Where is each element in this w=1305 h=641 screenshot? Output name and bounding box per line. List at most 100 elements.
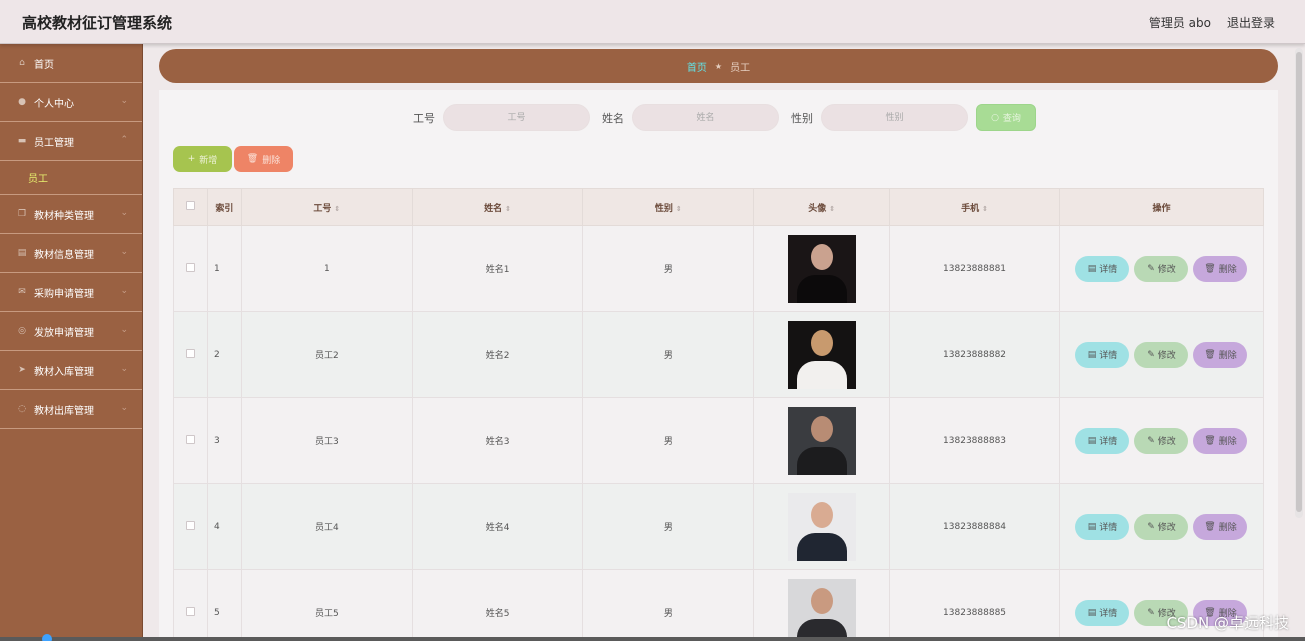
avatar [787, 234, 856, 303]
edit-button[interactable]: ✎ 修改 [1134, 341, 1189, 368]
detail-button[interactable]: ▤ 详情 [1075, 341, 1130, 368]
avatar [787, 320, 856, 389]
cell-name: 姓名4 [411, 483, 584, 570]
delete-button[interactable]: 🗑 删除 [1193, 341, 1248, 368]
cell-name: 姓名1 [411, 225, 584, 312]
header-name[interactable]: 姓名 ⇕ [411, 188, 584, 226]
header-gender[interactable]: 性别 ⇕ [582, 188, 755, 226]
batch-delete-label: 删除 [262, 155, 281, 166]
detail-button[interactable]: ▤ 详情 [1075, 599, 1130, 626]
checkbox[interactable] [185, 606, 195, 616]
avatar [787, 578, 856, 641]
sidebar-item-textbook-info[interactable]: ▤ 教材信息管理 ⌄ [0, 234, 142, 273]
sidebar-item-label: 教材种类管理 [34, 210, 94, 222]
checkbox[interactable] [185, 520, 195, 530]
add-button-label: 新增 [199, 155, 218, 166]
row-select[interactable] [173, 225, 208, 312]
breadcrumb-home[interactable]: 首页 [687, 59, 707, 74]
delete-button[interactable]: 🗑 删除 [1193, 255, 1248, 282]
sort-icon[interactable]: ⇕ [829, 205, 835, 213]
table-row: 3 员工3 姓名3 男 13823888883 ▤ 详情 ✎ 修改 🗑 删除 [173, 397, 1265, 484]
search-input-name[interactable] [632, 104, 779, 131]
document-icon: ▤ [1087, 263, 1097, 274]
edit-icon: ✎ [1147, 435, 1155, 446]
edit-button[interactable]: ✎ 修改 [1134, 427, 1189, 454]
header-no[interactable]: 工号 ⇕ [240, 188, 413, 226]
edit-label: 修改 [1157, 351, 1176, 361]
cell-index: 4 [206, 483, 242, 570]
breadcrumb-current: 员工 [730, 62, 751, 74]
delete-button[interactable]: 🗑 删除 [1193, 513, 1248, 540]
cell-avatar [753, 483, 891, 570]
sidebar-item-profile[interactable]: ● 个人中心 ⌄ [0, 83, 142, 122]
detail-button[interactable]: ▤ 详情 [1075, 427, 1130, 454]
progress-bar[interactable] [0, 634, 1305, 641]
sidebar-item-purchase-request[interactable]: ✉ 采购申请管理 ⌄ [0, 273, 142, 312]
scrollbar-thumb[interactable] [1296, 52, 1302, 512]
sidebar-item-home[interactable]: ⌂ 首页 [0, 44, 142, 83]
sidebar-subitem-label: 员工 [28, 174, 48, 185]
row-select[interactable] [173, 311, 208, 398]
sidebar-item-textbook-category[interactable]: ❐ 教材种类管理 ⌄ [0, 195, 142, 234]
header-label: 姓名 [484, 203, 503, 214]
delete-label: 删除 [1218, 437, 1237, 447]
cell-phone: 13823888885 [889, 569, 1060, 641]
mail-icon: ✉ [18, 287, 26, 297]
sidebar-item-label: 员工管理 [34, 137, 74, 149]
trash-icon: 🗑 [1204, 263, 1216, 274]
checkbox[interactable] [185, 348, 195, 358]
header-phone[interactable]: 手机 ⇕ [889, 188, 1060, 226]
detail-button[interactable]: ▤ 详情 [1075, 255, 1130, 282]
plus-icon: + [187, 154, 196, 164]
sort-icon[interactable]: ⇕ [334, 205, 340, 213]
row-select[interactable] [173, 569, 208, 641]
header-select-all[interactable] [173, 188, 208, 226]
batch-delete-button[interactable]: 🗑 删除 [234, 146, 293, 172]
edit-icon: ✎ [1147, 521, 1155, 532]
header-avatar[interactable]: 头像 ⇕ [753, 188, 891, 226]
delete-button[interactable]: 🗑 删除 [1193, 427, 1248, 454]
search-button[interactable]: ○ 查询 [976, 104, 1036, 131]
cell-no: 员工5 [240, 569, 413, 641]
chevron-down-icon: ⌄ [120, 403, 128, 413]
checkbox[interactable] [185, 201, 195, 210]
cell-ops: ▤ 详情 ✎ 修改 🗑 删除 [1058, 483, 1265, 570]
detail-button[interactable]: ▤ 详情 [1075, 513, 1130, 540]
search-input-no[interactable] [443, 104, 590, 131]
add-button[interactable]: + 新增 [173, 146, 232, 172]
chevron-down-icon: ⌄ [120, 96, 128, 106]
logout-link[interactable]: 退出登录 [1227, 14, 1275, 31]
header-label: 工号 [313, 203, 332, 214]
chevron-down-icon: ⌄ [120, 208, 128, 218]
row-select[interactable] [173, 397, 208, 484]
sidebar-item-distribution-request[interactable]: ◎ 发放申请管理 ⌄ [0, 312, 142, 351]
chevron-down-icon: ⌄ [120, 286, 128, 296]
checkbox[interactable] [185, 262, 195, 272]
breadcrumb: 首页 ★ 员工 [159, 49, 1278, 83]
sort-icon[interactable]: ⇕ [676, 205, 682, 213]
sidebar-item-stock-in[interactable]: ➤ 教材入库管理 ⌄ [0, 351, 142, 390]
search-input-gender[interactable] [821, 104, 968, 131]
search-label-name: 姓名 [602, 111, 624, 125]
cell-phone: 13823888883 [889, 397, 1060, 484]
staff-icon: ▬ [17, 136, 27, 146]
sort-icon[interactable]: ⇕ [505, 205, 511, 213]
row-select[interactable] [173, 483, 208, 570]
edit-button[interactable]: ✎ 修改 [1134, 255, 1189, 282]
cell-name: 姓名3 [411, 397, 584, 484]
header-ops: 操作 [1058, 188, 1265, 226]
sidebar-item-staff-management[interactable]: ▬ 员工管理 ⌃ [0, 122, 142, 161]
progress-handle[interactable] [42, 634, 52, 641]
sort-icon[interactable]: ⇕ [982, 205, 988, 213]
header-label: 性别 [654, 203, 673, 214]
edit-icon: ✎ [1147, 349, 1155, 360]
cell-avatar [753, 397, 891, 484]
checkbox[interactable] [185, 434, 195, 444]
globe-icon: ◌ [18, 404, 26, 414]
edit-button[interactable]: ✎ 修改 [1134, 513, 1189, 540]
vertical-scrollbar[interactable] [1295, 48, 1303, 518]
sidebar-subitem-staff[interactable]: 员工 [0, 161, 142, 195]
search-icon: ○ [991, 112, 999, 123]
sidebar-item-stock-out[interactable]: ◌ 教材出库管理 ⌄ [0, 390, 142, 429]
send-icon: ➤ [18, 365, 26, 375]
